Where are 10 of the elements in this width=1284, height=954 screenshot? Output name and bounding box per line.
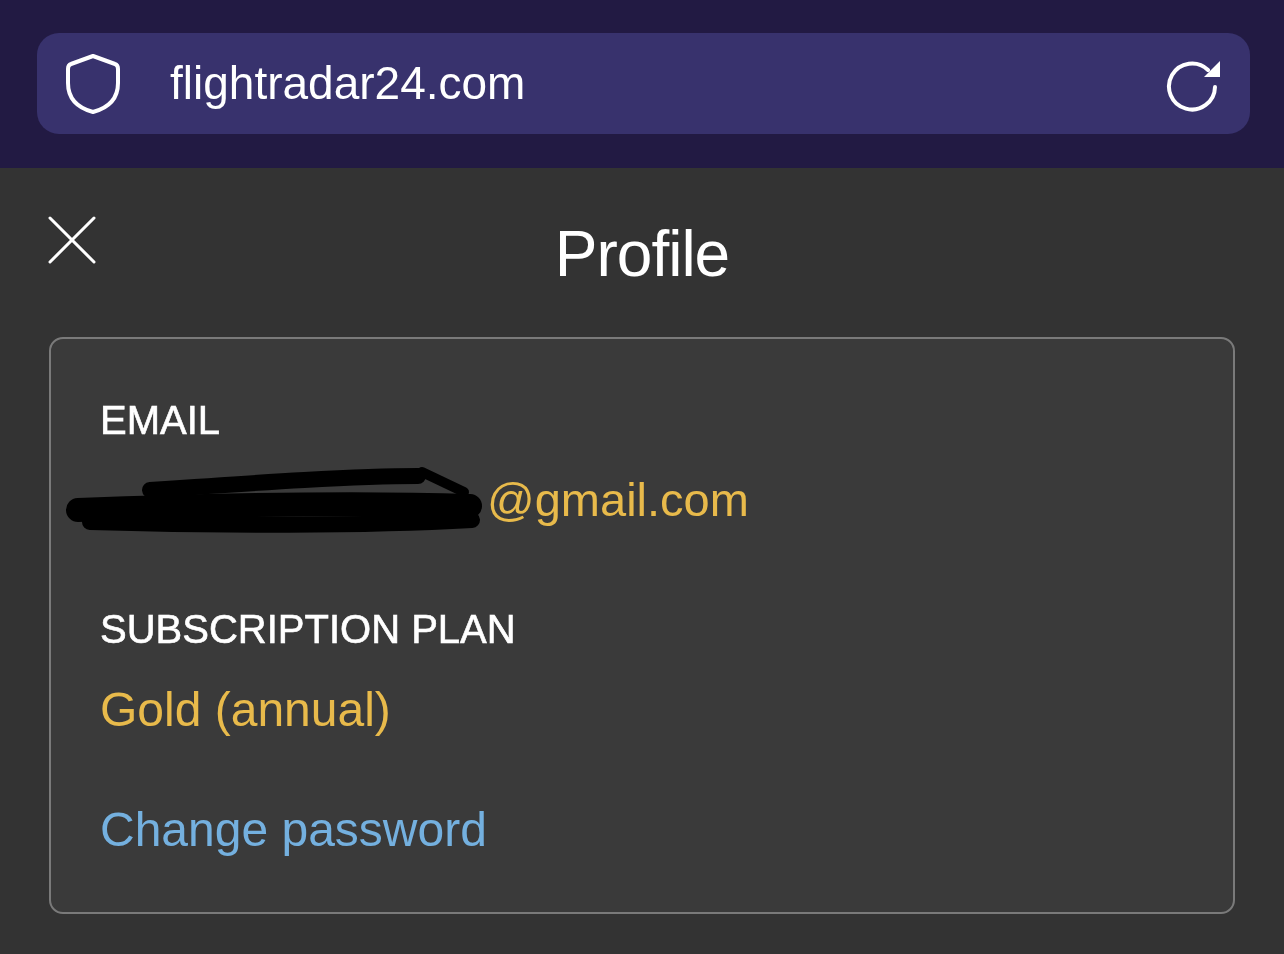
url-text: flightradar24.com: [170, 55, 526, 111]
field-label: SUBSCRIPTION PLAN: [100, 606, 516, 654]
close-icon[interactable]: [48, 216, 96, 264]
address-bar[interactable]: flightradar24.com: [37, 33, 1250, 134]
plan-value: Gold (annual): [100, 682, 391, 739]
field-label: EMAIL: [100, 396, 221, 444]
change-password-link[interactable]: Change password: [100, 800, 487, 859]
page-title: Profile: [554, 217, 730, 292]
shield-icon[interactable]: [65, 52, 121, 115]
email-value: @gmail.com: [487, 471, 749, 528]
